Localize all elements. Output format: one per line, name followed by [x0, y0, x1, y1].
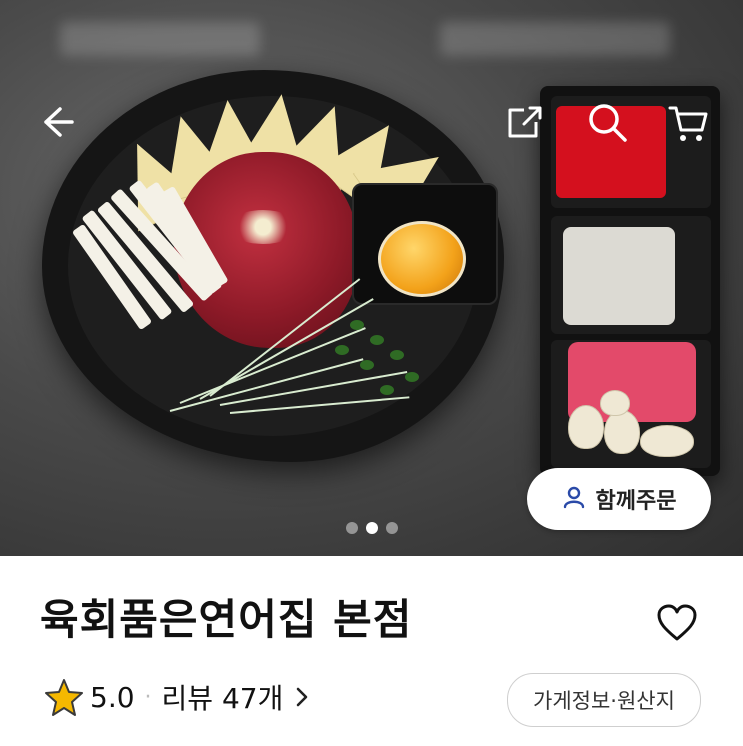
sprout-leaf	[350, 320, 364, 330]
sprout-leaf	[335, 345, 349, 355]
cart-icon[interactable]	[666, 100, 710, 144]
sesame-sauce	[563, 227, 675, 325]
sprout-leaf	[360, 360, 374, 370]
rating-value: 5.0	[90, 680, 135, 714]
sesame-seeds	[228, 210, 298, 244]
person-icon	[562, 485, 586, 513]
sprout-leaf	[380, 385, 394, 395]
review-count-link[interactable]: 리뷰 47개	[162, 677, 284, 717]
garlic-clove	[604, 410, 640, 454]
egg-yolk	[378, 221, 466, 297]
together-order-button[interactable]: 함께주문	[527, 468, 711, 530]
garlic-clove	[600, 390, 630, 416]
store-info-button[interactable]: 가게정보·원산지	[507, 673, 701, 727]
chevron-right-icon	[297, 687, 308, 707]
store-name: 육회품은연어집 본점	[40, 595, 413, 644]
garlic-clove	[640, 425, 694, 457]
separator-dot: ·	[144, 684, 152, 710]
share-icon[interactable]	[502, 100, 546, 144]
together-order-label: 함께주문	[595, 489, 677, 514]
garlic-clove	[568, 405, 604, 449]
sprout-leaf	[370, 335, 384, 345]
search-icon[interactable]	[585, 100, 629, 144]
carousel-dot-active[interactable]	[366, 522, 378, 534]
carousel-dot[interactable]	[386, 522, 398, 534]
rating-row[interactable]: 5.0 · 리뷰 47개	[44, 672, 309, 722]
carousel-dot[interactable]	[346, 522, 358, 534]
sprout-leaf	[405, 372, 419, 382]
blurred-status-bar	[440, 22, 670, 56]
favorite-heart-icon[interactable]	[655, 603, 699, 643]
blurred-status-bar	[60, 22, 260, 56]
back-arrow-icon[interactable]	[32, 100, 76, 144]
star-icon	[45, 679, 83, 716]
hero-image[interactable]: 함께주문	[0, 0, 743, 556]
carousel-indicator	[346, 522, 398, 534]
sprout-leaf	[390, 350, 404, 360]
